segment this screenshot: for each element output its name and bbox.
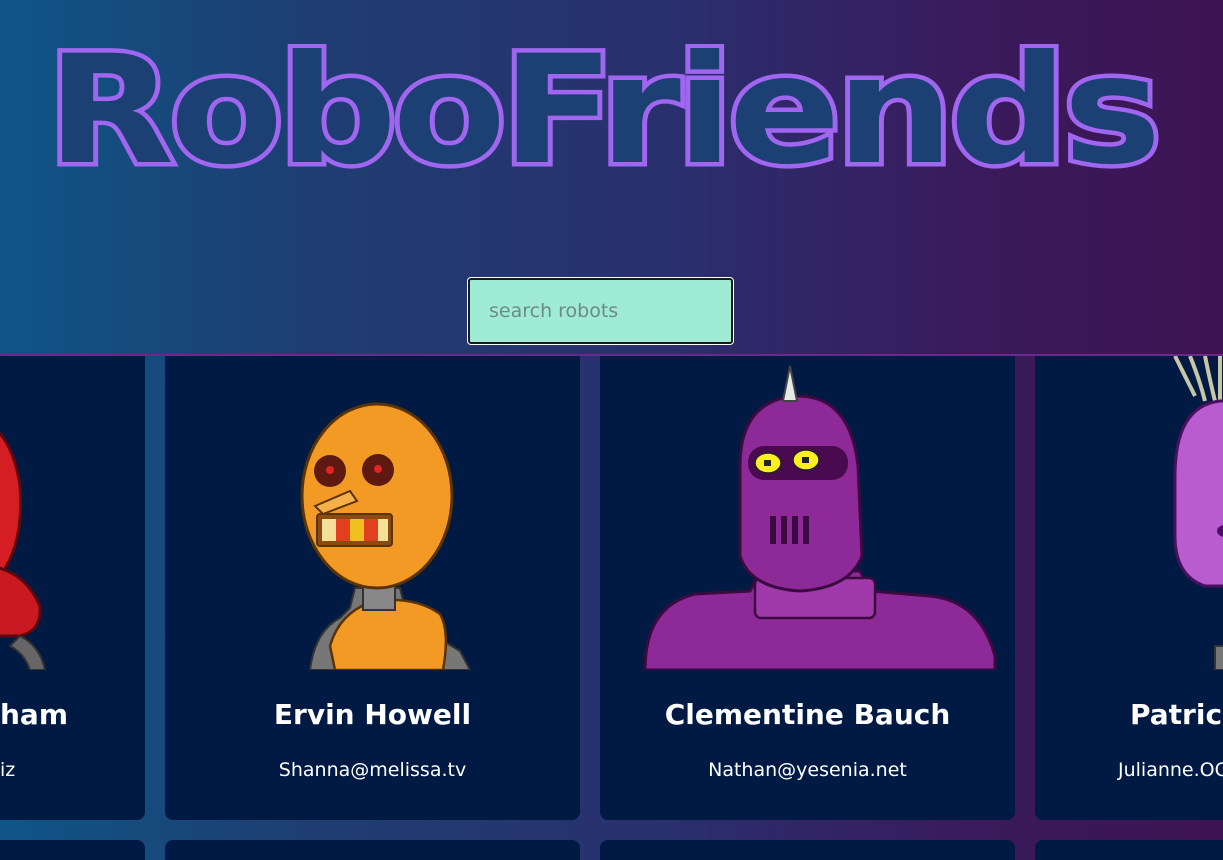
- robot-name: Ervin Howell: [273, 698, 472, 731]
- robot-card[interactable]: ham iz: [0, 356, 145, 820]
- robot-email: iz: [0, 759, 16, 781]
- robot-card[interactable]: Clementine Bauch Nathan@yesenia.net: [600, 356, 1015, 820]
- robot-card[interactable]: Patricia Julianne.OC: [1035, 356, 1223, 820]
- robot-avatar: [300, 402, 472, 670]
- robot-email: Nathan@yesenia.net: [708, 759, 907, 781]
- robot-avatar: [643, 365, 997, 670]
- robot-card[interactable]: [600, 840, 1015, 860]
- robot-card[interactable]: Ervin Howell Shanna@melissa.tv: [165, 356, 580, 820]
- app-title-text: RoboFriends: [47, 44, 1157, 174]
- search-input[interactable]: [467, 277, 734, 345]
- robot-card[interactable]: [165, 840, 580, 860]
- robot-name: Clementine Bauch: [664, 698, 951, 731]
- robot-email: Shanna@melissa.tv: [278, 759, 467, 781]
- robot-email: Julianne.OC: [1118, 759, 1223, 781]
- robot-name: Patricia: [1130, 698, 1223, 731]
- robot-name: ham: [0, 698, 69, 731]
- robot-card-list: ham iz Ervin Howell Shanna@melissa.tv Cl…: [0, 356, 1223, 860]
- robot-card[interactable]: [0, 840, 145, 860]
- robot-avatar: [1173, 356, 1223, 670]
- robot-avatar: [0, 431, 47, 670]
- header: RoboFriends: [0, 0, 1223, 355]
- app-title: RoboFriends: [43, 44, 1163, 174]
- robot-card[interactable]: [1035, 840, 1223, 860]
